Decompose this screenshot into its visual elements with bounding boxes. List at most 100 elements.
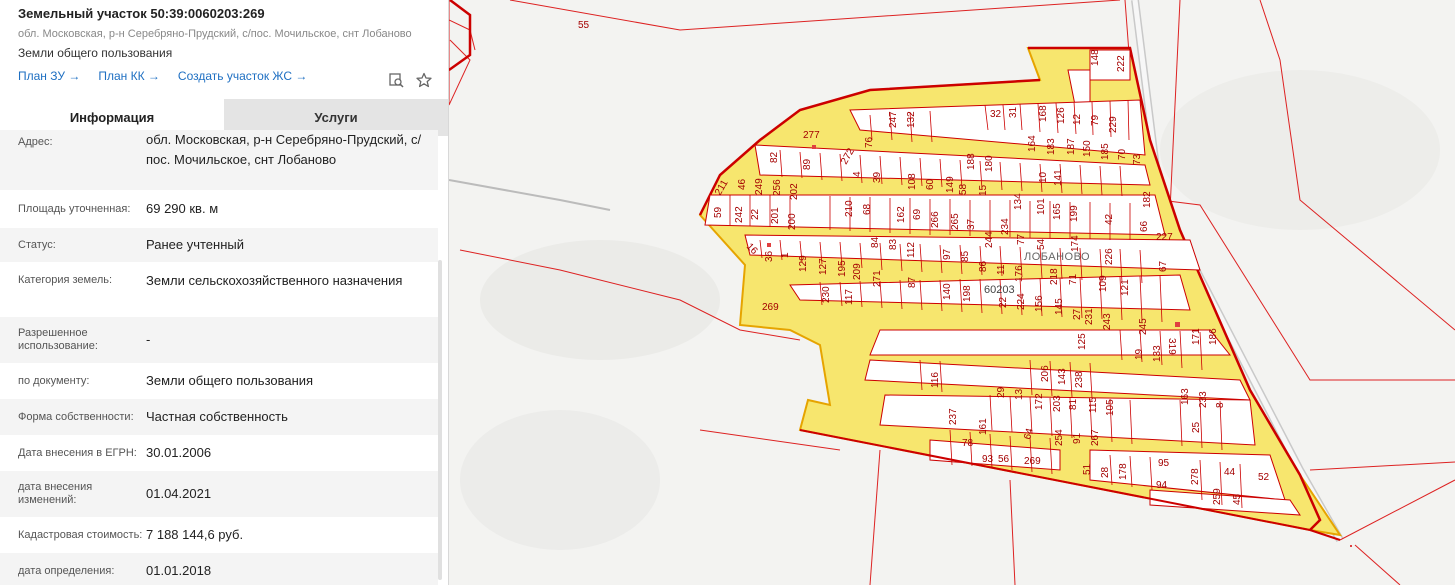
parcel-label: 237 xyxy=(948,408,959,425)
parcel-label: 15 xyxy=(978,184,989,196)
parcel-label: 101 xyxy=(1036,198,1047,215)
parcel-label: 46 xyxy=(737,178,748,190)
parcel-label: 56 xyxy=(998,454,1010,465)
parcel-label: 150 xyxy=(1082,140,1093,157)
parcel-label: 79 xyxy=(1090,114,1101,126)
attr-value: 69 290 кв. м xyxy=(146,201,219,216)
parcel-title: Земельный участок 50:39:0060203:269 xyxy=(18,6,265,21)
attr-row: Разрешенное использование: - xyxy=(0,317,438,364)
parcel-label: 243 xyxy=(1102,313,1113,330)
parcel-label: 230 xyxy=(821,286,832,303)
plan-kk-link[interactable]: План КК → xyxy=(98,69,160,84)
parcel-label: 183 xyxy=(1046,138,1057,155)
parcel-label: 28 xyxy=(1100,466,1111,478)
parcel-label: 87 xyxy=(907,276,918,288)
parcel-label: 163 xyxy=(1180,388,1191,405)
parcel-label: 82 xyxy=(769,151,780,163)
parcel-label: 4 xyxy=(852,171,863,177)
parcel-label: 31 xyxy=(1008,106,1019,118)
parcel-label: 267 xyxy=(1090,429,1101,446)
parcel-label: 69 xyxy=(912,208,923,220)
search-doc-icon[interactable] xyxy=(388,72,404,93)
parcel-label: 12 xyxy=(1072,113,1083,125)
attr-row: Статус: Ранее учтенный xyxy=(0,228,438,263)
create-parcel-link[interactable]: Создать участок ЖС → xyxy=(178,69,307,84)
attr-row: Дата внесения в ЕГРН: 30.01.2006 xyxy=(0,436,438,471)
parcel-label: 172 xyxy=(1034,393,1045,410)
parcel-label: 115 xyxy=(1088,397,1099,413)
parcel-label: 22 xyxy=(750,208,761,220)
attr-label: дата определения: xyxy=(18,564,115,577)
panel-scrollbar[interactable] xyxy=(438,260,442,580)
block-number-label: 60203 xyxy=(984,284,1015,296)
parcel-label: 85 xyxy=(960,250,971,262)
attr-row: Кадастровая стоимость: 7 188 144,6 руб. xyxy=(0,518,438,553)
attr-value: Земли общего пользования xyxy=(146,373,314,388)
cadastral-map[interactable]: 148 222 32 31 168 126 12 79 229 247 132 … xyxy=(449,0,1455,585)
parcel-label: 254 xyxy=(1054,429,1065,446)
parcel-label: 202 xyxy=(789,183,800,200)
parcel-label: 78 xyxy=(962,438,974,449)
parcel-label: 218 xyxy=(1049,268,1060,285)
parcel-label: 247 xyxy=(888,111,899,128)
parcel-label: 319 xyxy=(1166,338,1177,355)
parcel-label: 145 xyxy=(1054,298,1065,315)
attr-row: дата внесения изменений: 01.04.2021 xyxy=(0,471,438,518)
parcel-label: 209 xyxy=(852,263,863,280)
parcel-label: 231 xyxy=(1084,308,1095,325)
attr-row: Форма собственности: Частная собственност… xyxy=(0,399,438,436)
parcel-label: 51 xyxy=(1082,463,1093,475)
parcel-label: 73 xyxy=(1132,153,1143,165)
parcel-label: 165 xyxy=(1052,203,1063,220)
parcel-label: 70 xyxy=(1117,148,1128,160)
parcel-label: 198 xyxy=(962,285,973,302)
attr-label: Категория земель: xyxy=(18,274,113,286)
parcel-label: 54 xyxy=(1036,238,1047,250)
parcel-label: 116 xyxy=(930,372,941,388)
parcel-label: 81 xyxy=(1068,398,1079,410)
parcel-label: 149 xyxy=(945,176,956,193)
parcel-label: 229 xyxy=(1108,116,1119,133)
parcel-address: обл. Московская, р-н Серебряно-Прудский,… xyxy=(18,28,412,40)
parcel-label: 71 xyxy=(1068,273,1079,285)
parcel-label: 86 xyxy=(978,260,989,272)
map-canvas[interactable]: 148 222 32 31 168 126 12 79 229 247 132 … xyxy=(449,0,1455,585)
parcel-label: 199 xyxy=(1069,205,1080,222)
attr-label: Форма собственности: xyxy=(18,410,134,423)
parcel-label: 249 xyxy=(754,178,765,195)
parcel-label: 112 xyxy=(906,242,917,258)
parcel-label: 259 xyxy=(1212,488,1223,505)
parcel-label: 97 xyxy=(942,248,953,260)
parcel-label: 52 xyxy=(1258,472,1270,483)
parcel-label: 161 xyxy=(978,418,989,435)
parcel-label: 84 xyxy=(870,236,881,248)
parcel-label: 244 xyxy=(984,231,995,248)
attr-label: Площадь уточненная: xyxy=(18,202,131,215)
parcel-label: 210 xyxy=(844,200,855,217)
plan-zu-link[interactable]: План ЗУ → xyxy=(18,69,80,84)
parcel-label: 129 xyxy=(798,255,809,272)
parcel-label: 168 xyxy=(1038,105,1049,122)
attr-value: Частная собственность xyxy=(146,409,288,424)
parcel-label: 25 xyxy=(1191,421,1202,433)
parcel-label: 203 xyxy=(1052,395,1063,412)
attr-label: дата внесения изменений: xyxy=(18,481,93,506)
parcel-label: 164 xyxy=(1027,135,1038,152)
parcel-label: 178 xyxy=(1118,463,1129,480)
star-icon[interactable] xyxy=(416,72,432,93)
parcel-label: 224 xyxy=(1016,293,1027,310)
attr-value: Земли сельскохозяйственного назначения xyxy=(146,273,403,288)
parcel-label: 11 xyxy=(996,264,1007,275)
parcel-label: 256 xyxy=(772,179,783,196)
attr-value: 01.04.2021 xyxy=(146,486,212,501)
attr-value: Ранее учтенный xyxy=(146,237,244,252)
parcel-label: 36 xyxy=(764,250,775,262)
parcel-label: 226 xyxy=(1104,248,1115,265)
parcel-label: 37 xyxy=(966,218,977,230)
parcel-label: 227 xyxy=(1156,232,1173,243)
attr-value: 7 188 144,6 руб. xyxy=(146,527,244,542)
attr-row: Площадь уточненная: 69 290 кв. м xyxy=(0,191,438,228)
parcel-label: 206 xyxy=(1040,365,1051,382)
attr-value: обл. Московская, р-н Серебряно-Прудский,… xyxy=(146,132,422,167)
parcel-label: 45 xyxy=(1232,493,1243,505)
